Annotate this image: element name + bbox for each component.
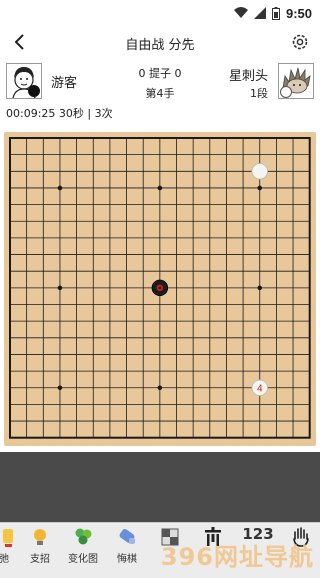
tool-suggest[interactable]: 支招: [18, 527, 62, 565]
undo-icon: [119, 529, 135, 544]
star-point: [257, 185, 263, 191]
capture-count: 0 提子 0: [138, 67, 182, 80]
title-bar: 自由战 分先: [0, 26, 320, 58]
go-board[interactable]: 4: [4, 132, 316, 446]
white-stone: [251, 163, 268, 180]
player-left-name: 游客: [51, 76, 78, 91]
board-area: 4: [0, 124, 320, 452]
star-point: [257, 285, 263, 291]
hedgehog-icon: [280, 67, 311, 98]
bottom-toolbar: 弛 支招 变化图 悔棋 123 396网址导航: [0, 522, 320, 578]
player-info-bar: 游客 0 提子 0 第4手 星刺头 1段: [0, 58, 320, 104]
star-point: [157, 185, 163, 191]
stone-move-number: 4: [257, 383, 263, 394]
timer-info: 00:09:25 30秒 | 3次: [0, 104, 320, 124]
bulb-icon: [34, 529, 46, 545]
wifi-icon: [233, 7, 248, 18]
guest-face-icon: [12, 67, 40, 99]
tool-undo[interactable]: 悔棋: [105, 527, 149, 565]
watermark-text: 396网址导航: [160, 543, 314, 571]
signal-icon: [253, 7, 266, 19]
player-left-avatar[interactable]: [6, 63, 42, 99]
player-right-avatar[interactable]: [278, 63, 314, 99]
star-point: [57, 185, 63, 191]
status-icons: [233, 6, 280, 20]
star-point: [57, 285, 63, 291]
player-right-rank: 1段: [250, 87, 268, 100]
board-grid[interactable]: 4: [4, 132, 316, 446]
tool-variation[interactable]: 变化图: [61, 527, 105, 565]
gear-icon[interactable]: [290, 32, 310, 52]
star-point: [157, 385, 163, 391]
star-point: [57, 385, 63, 391]
hint-icon: [3, 529, 13, 547]
page-title: 自由战 分先: [125, 38, 195, 53]
status-bar: 9:50: [0, 0, 320, 26]
battery-icon: [271, 6, 280, 20]
last-move-marker-center: [158, 286, 162, 290]
move-number: 第4手: [145, 87, 175, 100]
status-time: 9:50: [285, 5, 312, 21]
player-right-name: 星刺头: [228, 69, 268, 84]
variation-icon: [75, 528, 92, 545]
